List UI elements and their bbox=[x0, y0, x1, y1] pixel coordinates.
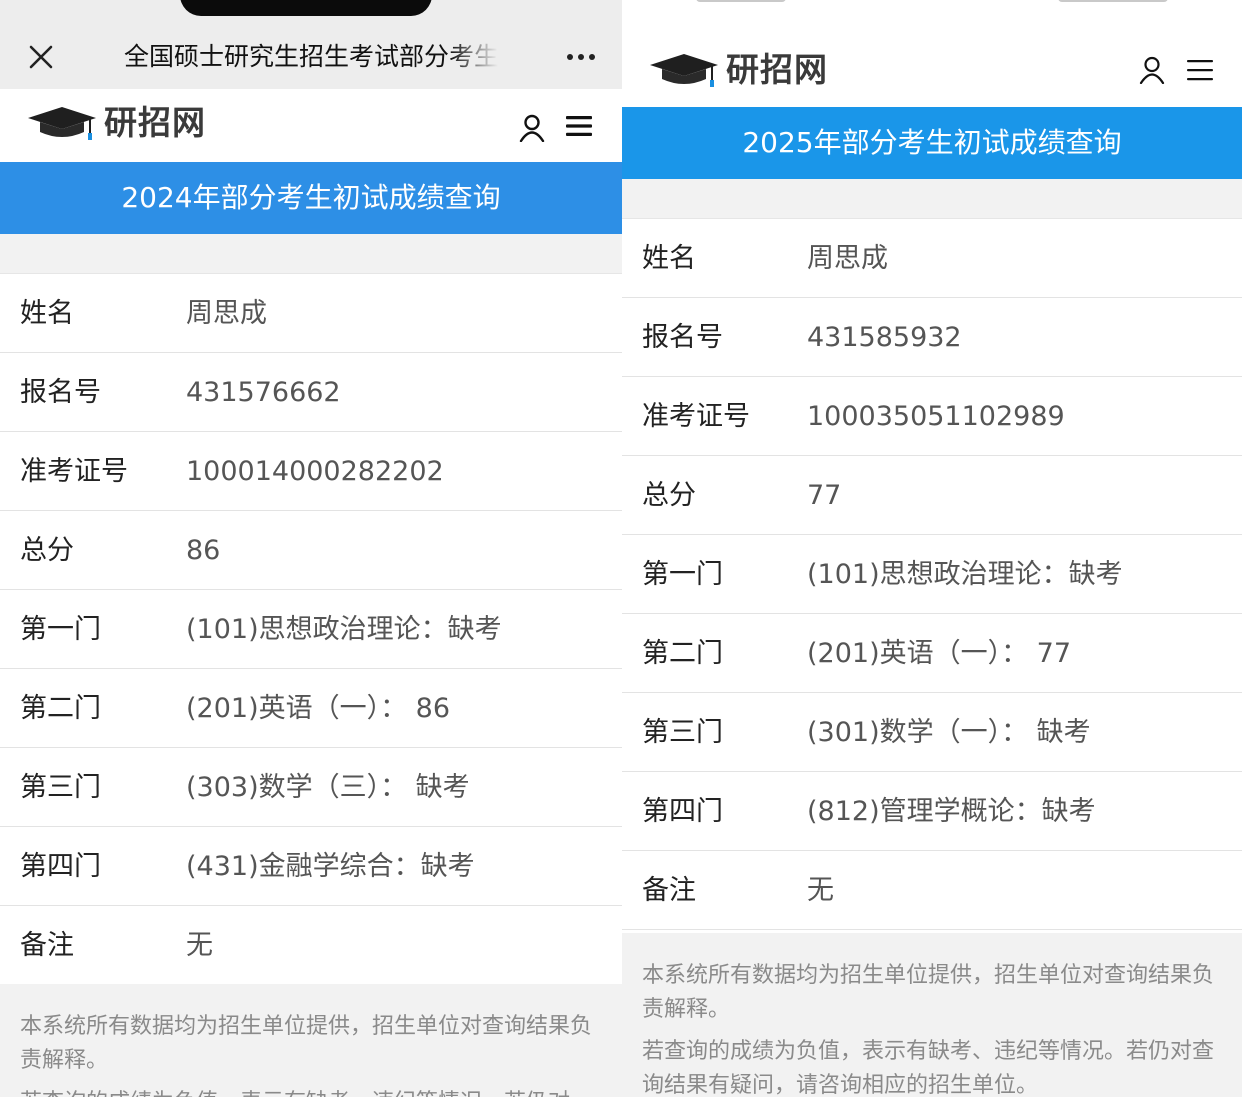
row-value: 100035051102989 bbox=[807, 401, 1065, 432]
row-label: 总分 bbox=[642, 480, 696, 511]
row-label: 第三门 bbox=[20, 772, 101, 803]
score-table: 姓名 周思成 报名号 431585932 准考证号 100035051102989 总… bbox=[622, 219, 1242, 930]
user-icon[interactable] bbox=[514, 110, 550, 146]
note-text: 若查询的成绩为负值，表示有缺考、违纪等情况。若仍对查询结果有疑问，请咨询相应的招… bbox=[642, 1039, 1215, 1097]
table-row-total-score: 总分 77 bbox=[622, 456, 1242, 535]
graduation-cap-icon bbox=[28, 107, 96, 140]
more-dots-icon[interactable] bbox=[556, 40, 606, 74]
row-value: 周思成 bbox=[186, 298, 267, 329]
table-row-subject-2: 第二门 (201)英语（一）： 86 bbox=[0, 669, 622, 748]
section-spacer bbox=[0, 234, 622, 274]
note-text: 本系统所有数据均为招生单位提供，招生单位对查询结果负责解释。 bbox=[20, 1014, 593, 1073]
row-value: 431585932 bbox=[807, 322, 962, 353]
disclaimer-notes: 本系统所有数据均为招生单位提供，招生单位对查询结果负责解释。 若查询的成绩为负值… bbox=[0, 984, 622, 1097]
row-label: 备注 bbox=[642, 875, 696, 906]
table-row-subject-4: 第四门 (812)管理学概论：缺考 bbox=[622, 772, 1242, 851]
row-label: 姓名 bbox=[642, 243, 696, 274]
table-row-admission-ticket: 准考证号 100014000282202 bbox=[0, 432, 622, 511]
table-row-name: 姓名 周思成 bbox=[0, 274, 622, 353]
row-label: 准考证号 bbox=[642, 401, 750, 432]
menu-icon[interactable] bbox=[1182, 52, 1218, 88]
row-value: 431576662 bbox=[186, 377, 341, 408]
row-label: 第一门 bbox=[20, 614, 101, 645]
logo-text: 研招网 bbox=[726, 50, 828, 89]
disclaimer-notes: 本系统所有数据均为招生单位提供，招生单位对查询结果负责解释。 若查询的成绩为负值… bbox=[622, 933, 1242, 1097]
score-page-2024: 全国硕士研究生招生考试部分考生 研招网 2024年部分考生初试成绩查询 姓名 周思… bbox=[0, 0, 622, 1097]
query-banner: 2024年部分考生初试成绩查询 bbox=[0, 162, 622, 234]
note-text: 若查询的成绩为负值，表示有缺考、违纪等情况。若仍对 bbox=[20, 1086, 602, 1097]
row-label: 第四门 bbox=[20, 851, 101, 882]
row-value: 周思成 bbox=[807, 243, 888, 274]
row-label: 第三门 bbox=[642, 717, 723, 748]
wechat-top-bar: 全国硕士研究生招生考试部分考生 bbox=[0, 0, 622, 89]
row-value: (303)数学（三）： 缺考 bbox=[186, 772, 470, 803]
row-label: 第二门 bbox=[642, 638, 723, 669]
table-row-subject-1: 第一门 (101)思想政治理论：缺考 bbox=[0, 590, 622, 669]
table-row-remarks: 备注 无 bbox=[622, 851, 1242, 930]
table-row-registration-no: 报名号 431576662 bbox=[0, 353, 622, 432]
row-value: 77 bbox=[807, 480, 842, 511]
table-row-registration-no: 报名号 431585932 bbox=[622, 298, 1242, 377]
site-logo[interactable]: 研招网 bbox=[26, 103, 206, 143]
status-bar-time bbox=[696, 0, 786, 2]
table-row-subject-1: 第一门 (101)思想政治理论：缺考 bbox=[622, 535, 1242, 614]
table-row-subject-3: 第三门 (301)数学（一）： 缺考 bbox=[622, 693, 1242, 772]
score-table: 姓名 周思成 报名号 431576662 准考证号 100014000282202 总… bbox=[0, 274, 622, 985]
logo-text: 研招网 bbox=[104, 103, 206, 142]
table-row-subject-2: 第二门 (201)英语（一）： 77 bbox=[622, 614, 1242, 693]
table-row-remarks: 备注 无 bbox=[0, 906, 622, 985]
query-banner: 2025年部分考生初试成绩查询 bbox=[622, 107, 1242, 179]
row-label: 第一门 bbox=[642, 559, 723, 590]
menu-icon[interactable] bbox=[561, 108, 597, 144]
row-value: (201)英语（一）： 86 bbox=[186, 693, 451, 724]
site-header: 研招网 bbox=[622, 30, 1242, 107]
row-label: 报名号 bbox=[20, 377, 101, 408]
row-label: 备注 bbox=[20, 930, 74, 961]
table-row-subject-4: 第四门 (431)金融学综合：缺考 bbox=[0, 827, 622, 906]
site-header: 研招网 bbox=[0, 89, 622, 162]
graduation-cap-icon bbox=[650, 54, 718, 87]
row-value: 无 bbox=[186, 930, 213, 961]
page-title: 全国硕士研究生招生考试部分考生 bbox=[124, 40, 498, 74]
row-value: (301)数学（一）： 缺考 bbox=[807, 717, 1091, 748]
status-bar-indicators bbox=[1058, 0, 1168, 2]
table-row-subject-3: 第三门 (303)数学（三）： 缺考 bbox=[0, 748, 622, 827]
row-label: 报名号 bbox=[642, 322, 723, 353]
section-spacer bbox=[622, 179, 1242, 219]
row-value: 100014000282202 bbox=[186, 456, 444, 487]
note-text: 本系统所有数据均为招生单位提供，招生单位对查询结果负责解释。 bbox=[642, 963, 1215, 1022]
table-row-name: 姓名 周思成 bbox=[622, 219, 1242, 298]
row-label: 第四门 bbox=[642, 796, 723, 827]
row-value: (101)思想政治理论：缺考 bbox=[807, 559, 1123, 590]
row-label: 姓名 bbox=[20, 298, 74, 329]
row-value: (431)金融学综合：缺考 bbox=[186, 851, 475, 882]
row-value: 无 bbox=[807, 875, 834, 906]
status-bar-island bbox=[180, 0, 432, 16]
row-value: (812)管理学概论：缺考 bbox=[807, 796, 1096, 827]
table-row-admission-ticket: 准考证号 100035051102989 bbox=[622, 377, 1242, 456]
score-page-2025: 研招网 2025年部分考生初试成绩查询 姓名 周思成 报名号 431585932 准… bbox=[622, 0, 1242, 1097]
row-value: 86 bbox=[186, 535, 221, 566]
close-icon[interactable] bbox=[22, 40, 60, 74]
site-logo[interactable]: 研招网 bbox=[648, 50, 828, 90]
row-value: (201)英语（一）： 77 bbox=[807, 638, 1072, 669]
row-value: (101)思想政治理论：缺考 bbox=[186, 614, 502, 645]
row-label: 准考证号 bbox=[20, 456, 128, 487]
row-label: 第二门 bbox=[20, 693, 101, 724]
table-row-total-score: 总分 86 bbox=[0, 511, 622, 590]
user-icon[interactable] bbox=[1134, 52, 1170, 88]
row-label: 总分 bbox=[20, 535, 74, 566]
